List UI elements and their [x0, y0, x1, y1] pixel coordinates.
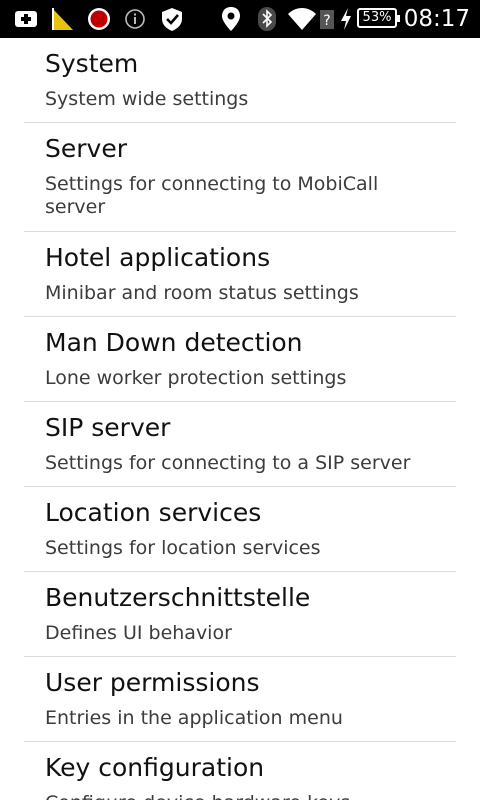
settings-item-summary: Settings for connecting to MobiCall serv…	[45, 173, 379, 218]
settings-item-title: Key configuration	[45, 753, 265, 782]
location-pin-icon	[218, 5, 244, 33]
settings-item-title: User permissions	[45, 668, 260, 697]
settings-item-hotel-applications[interactable]: Hotel applications Minibar and room stat…	[24, 232, 456, 317]
settings-item-title: Hotel applications	[45, 243, 271, 272]
settings-item-summary: Configure device hardware keys	[45, 792, 425, 800]
status-bar: ? 53% 08:17	[0, 0, 480, 38]
settings-item-summary: System wide settings	[45, 88, 249, 110]
settings-item-key-configuration[interactable]: Key configuration Configure device hardw…	[24, 742, 456, 800]
settings-item-user-permissions[interactable]: User permissions Entries in the applicat…	[24, 657, 456, 742]
settings-item-location-services[interactable]: Location services Settings for location …	[24, 487, 456, 572]
warning-flag-icon	[48, 5, 76, 33]
bluetooth-icon	[255, 5, 279, 33]
settings-item-system[interactable]: System System wide settings	[24, 38, 456, 123]
settings-item-summary: Minibar and room status settings	[45, 282, 359, 304]
settings-item-man-down-detection[interactable]: Man Down detection Lone worker protectio…	[24, 317, 456, 402]
settings-item-title: System	[45, 49, 139, 78]
settings-item-summary: Entries in the application menu	[45, 707, 343, 729]
settings-item-server[interactable]: Server Settings for connecting to MobiCa…	[24, 123, 456, 232]
info-icon	[122, 5, 148, 33]
no-sim-icon: ?	[318, 5, 336, 33]
battery-percent: 53%	[362, 10, 392, 25]
settings-item-summary: Lone worker protection settings	[45, 367, 347, 389]
record-icon	[85, 5, 113, 33]
clock: 08:17	[403, 6, 470, 32]
settings-item-title: SIP server	[45, 413, 171, 442]
settings-item-benutzerschnittstelle[interactable]: Benutzerschnittstelle Defines UI behavio…	[24, 572, 456, 657]
settings-item-summary: Settings for location services	[45, 537, 321, 559]
settings-item-title: Benutzerschnittstelle	[45, 583, 311, 612]
settings-item-summary: Defines UI behavior	[45, 622, 232, 644]
shield-icon	[158, 5, 186, 33]
battery-icon: 53%	[357, 8, 400, 28]
settings-item-title: Location services	[45, 498, 262, 527]
settings-item-title: Server	[45, 134, 127, 163]
charging-icon	[337, 5, 355, 33]
settings-item-summary: Settings for connecting to a SIP server	[45, 452, 411, 474]
settings-item-sip-server[interactable]: SIP server Settings for connecting to a …	[24, 402, 456, 487]
add-icon	[12, 5, 40, 33]
svg-text:?: ?	[323, 13, 330, 29]
settings-item-title: Man Down detection	[45, 328, 303, 357]
wifi-icon	[286, 5, 318, 33]
